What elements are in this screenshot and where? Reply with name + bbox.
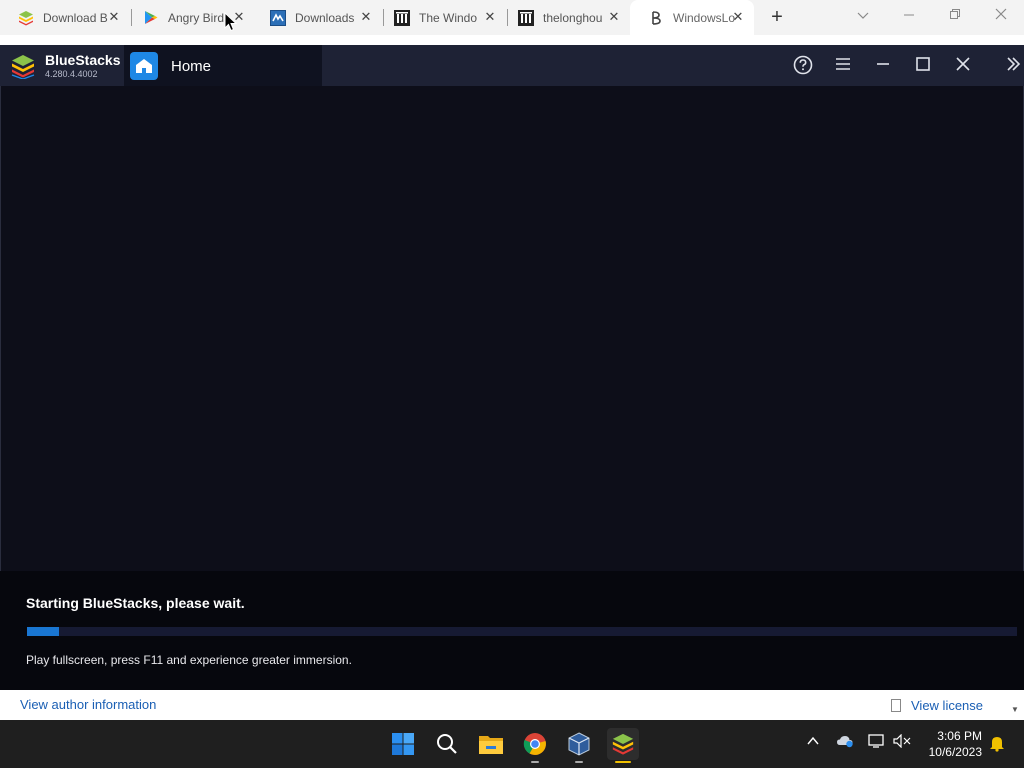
speaker-muted-icon[interactable] <box>893 733 911 751</box>
tab-close-icon[interactable]: ✕ <box>358 9 374 25</box>
installer-info-strip: View author information View license ▼ <box>0 690 1024 720</box>
tab-close-icon[interactable]: ✕ <box>730 9 746 25</box>
loading-tip-text: Play fullscreen, press F11 and experienc… <box>26 653 352 667</box>
browser-tab-the-windows[interactable]: The Windo ✕ <box>376 0 506 35</box>
home-tab-label: Home <box>171 58 212 75</box>
sidebar-expand-chevrons-icon[interactable] <box>1002 55 1024 77</box>
tab-label: The Windo <box>419 10 478 25</box>
taskbar-clock[interactable]: 3:06 PM 10/6/2023 <box>920 728 982 760</box>
bluestacks-content-area <box>0 86 1024 571</box>
browser-tab-download-bluestacks[interactable]: Download B ✕ <box>0 0 130 35</box>
tab-close-icon[interactable]: ✕ <box>106 9 122 25</box>
windows-start-icon[interactable] <box>387 728 419 760</box>
show-hidden-icons-chevron-icon[interactable] <box>806 734 820 751</box>
browser-tab-downloads[interactable]: Downloads ✕ <box>252 0 382 35</box>
browser-tab-thelonghouse[interactable]: thelonghou ✕ <box>500 0 630 35</box>
clock-time: 3:06 PM <box>937 729 982 743</box>
bluestacks-close-icon[interactable] <box>952 55 974 77</box>
bluestacks-minimize-icon[interactable] <box>872 55 894 77</box>
tab-close-icon[interactable]: ✕ <box>606 9 622 25</box>
bluestacks-title-bar: BlueStacks 4.280.4.4002 Home <box>0 45 1024 86</box>
downloads-site-favicon-icon <box>270 9 286 26</box>
notification-bell-icon[interactable] <box>988 734 1006 755</box>
file-explorer-icon[interactable] <box>475 728 507 760</box>
bluestacks-taskbar-icon[interactable] <box>607 728 639 763</box>
menu-hamburger-icon[interactable] <box>832 55 854 77</box>
scroll-down-arrow-icon[interactable]: ▼ <box>1011 705 1019 714</box>
tab-label: Download B <box>43 10 108 25</box>
bluestacks-logo-icon <box>10 53 36 80</box>
mouse-cursor-icon <box>224 11 238 37</box>
browser-minimize-icon[interactable] <box>895 5 923 25</box>
bluestacks-maximize-icon[interactable] <box>912 55 934 77</box>
app-version: 4.280.4.4002 <box>45 69 98 79</box>
bluestacks-loading-panel: Starting BlueStacks, please wait. Play f… <box>0 571 1024 690</box>
browser-tab-strip: Download B ✕ Angry Birds ✕ Downloads ✕ T… <box>0 0 1024 35</box>
museum-building-favicon-icon <box>394 9 410 26</box>
clock-date: 10/6/2023 <box>928 745 982 759</box>
network-display-icon[interactable] <box>868 734 886 751</box>
onedrive-cloud-icon[interactable] <box>836 734 854 751</box>
windowsloop-favicon-icon <box>648 10 664 26</box>
view-license-link[interactable]: View license <box>891 698 983 713</box>
google-play-favicon-icon <box>143 10 159 26</box>
new-tab-button[interactable]: + <box>766 6 788 28</box>
active-indicator <box>615 761 631 763</box>
museum-building-favicon-icon <box>518 9 534 26</box>
browser-toolbar-edge <box>0 35 1024 45</box>
windows-taskbar: 3:06 PM 10/6/2023 <box>0 720 1024 768</box>
chrome-icon[interactable] <box>519 728 551 763</box>
browser-tab-windowsloop[interactable]: WindowsLo ✕ <box>630 0 754 35</box>
tab-label: Downloads <box>295 10 355 25</box>
tab-home[interactable]: Home <box>124 45 322 86</box>
view-author-information-link[interactable]: View author information <box>20 697 156 712</box>
loading-progress-bar <box>27 627 1017 636</box>
home-icon <box>130 52 158 80</box>
help-icon[interactable] <box>792 55 814 77</box>
loading-progress-fill <box>27 627 59 636</box>
virtualbox-icon[interactable] <box>563 728 595 763</box>
tab-close-icon[interactable]: ✕ <box>482 9 498 25</box>
running-indicator <box>531 761 539 763</box>
tab-label: thelonghou <box>543 10 603 25</box>
app-name: BlueStacks <box>45 52 121 68</box>
running-indicator <box>575 761 583 763</box>
search-icon[interactable] <box>431 728 463 760</box>
tab-search-chevron-icon[interactable] <box>849 5 877 25</box>
browser-close-icon[interactable] <box>987 5 1015 25</box>
document-icon <box>891 699 901 712</box>
browser-restore-icon[interactable] <box>941 5 969 25</box>
loading-status-text: Starting BlueStacks, please wait. <box>26 595 245 611</box>
bluestacks-favicon-icon <box>18 10 34 26</box>
view-license-label: View license <box>911 698 984 713</box>
